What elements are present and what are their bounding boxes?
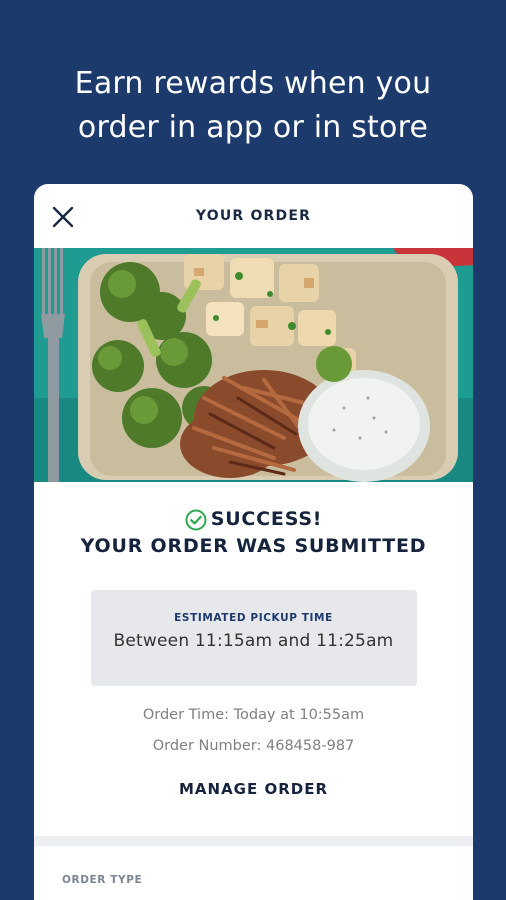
success-message: SUCCESS! YOUR ORDER WAS SUBMITTED bbox=[34, 506, 473, 560]
order-time: Order Time: Today at 10:55am bbox=[142, 707, 365, 723]
order-number: Order Number: 468458-987 bbox=[152, 738, 355, 754]
promo-headline-line2: order in app or in store bbox=[77, 110, 429, 145]
order-meta: Order Time: Today at 10:55am Order Numbe… bbox=[34, 700, 473, 762]
promo-headline: Earn rewards when you order in app or in… bbox=[0, 62, 506, 150]
promo-headline-line1: Earn rewards when you bbox=[74, 66, 432, 101]
close-icon[interactable] bbox=[52, 206, 74, 228]
pickup-time-label: ESTIMATED PICKUP TIME bbox=[174, 612, 333, 624]
section-divider bbox=[34, 836, 473, 846]
success-detail: YOUR ORDER WAS SUBMITTED bbox=[80, 535, 427, 557]
order-card: YOUR ORDER SUCCESS! YOUR ORDER WAS SUBMI… bbox=[34, 184, 473, 900]
food-photo bbox=[34, 248, 473, 482]
card-header: YOUR ORDER bbox=[34, 184, 473, 248]
pickup-time-value: Between 11:15am and 11:25am bbox=[113, 631, 394, 651]
order-type-label: ORDER TYPE bbox=[62, 874, 143, 886]
pickup-time-box: ESTIMATED PICKUP TIME Between 11:15am an… bbox=[90, 590, 417, 686]
manage-order-button[interactable]: MANAGE ORDER bbox=[179, 780, 328, 798]
check-circle-icon bbox=[185, 509, 207, 531]
card-title: YOUR ORDER bbox=[195, 208, 312, 224]
success-status: SUCCESS! bbox=[210, 508, 323, 530]
